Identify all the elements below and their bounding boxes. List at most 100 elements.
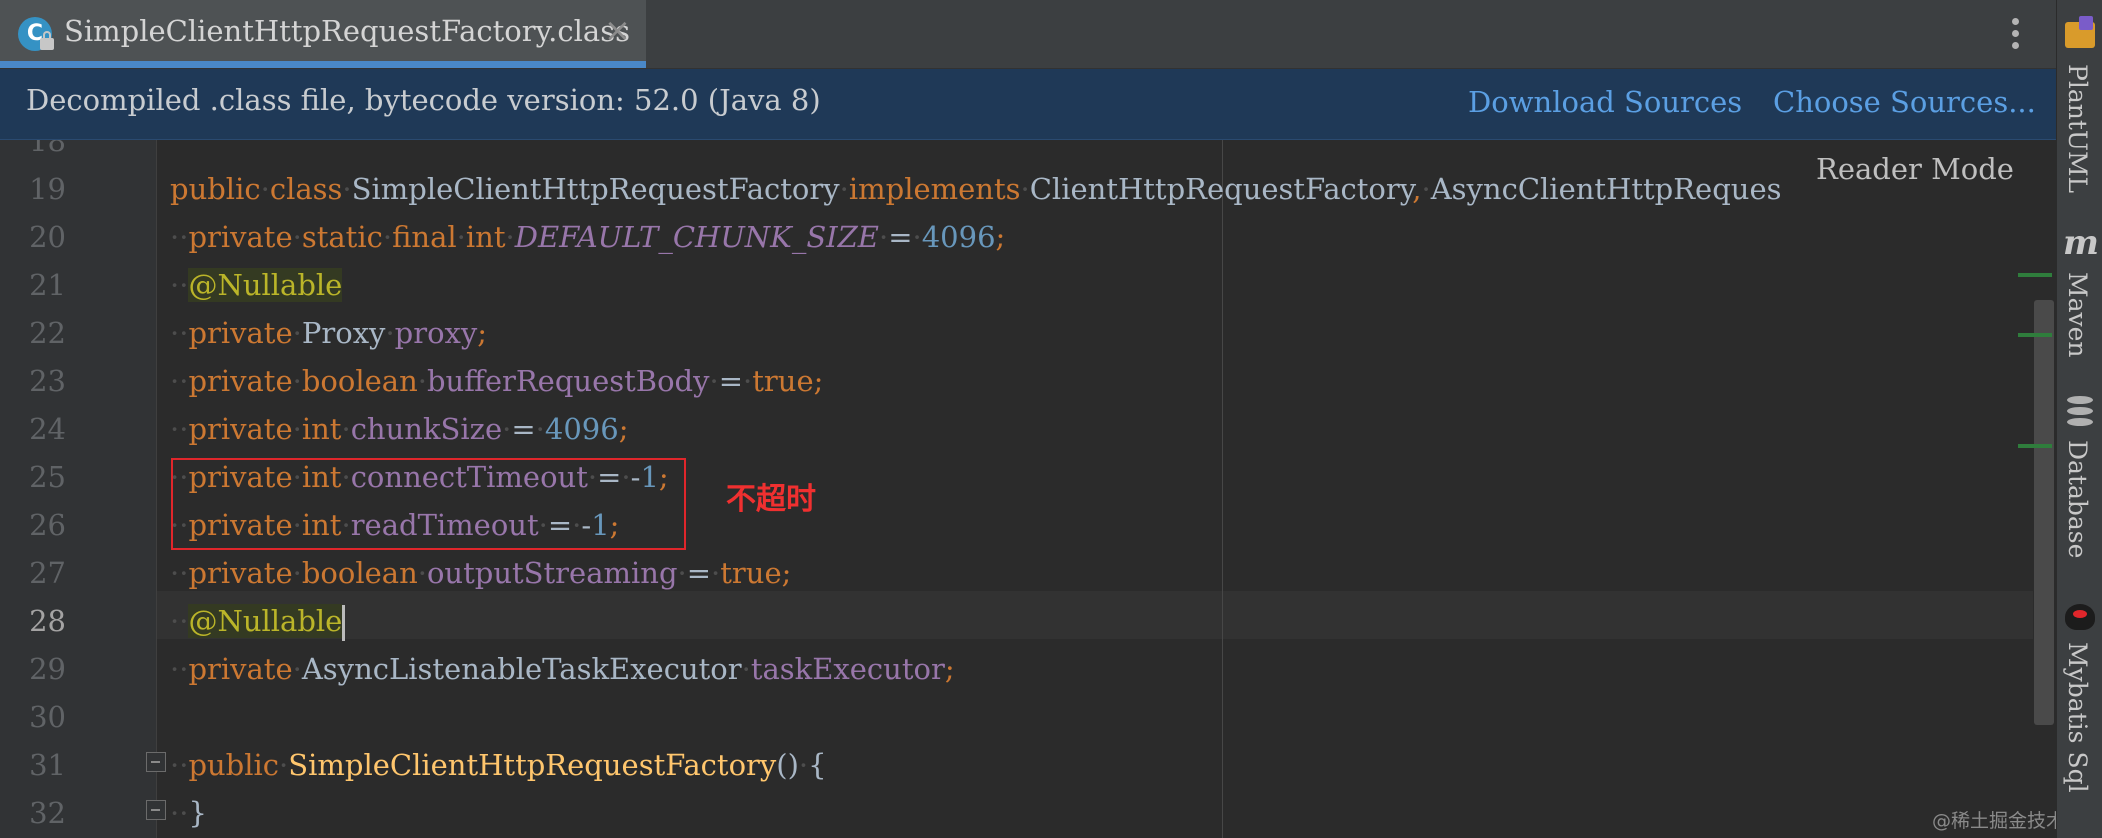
fold-icon[interactable] (146, 752, 166, 772)
code-token: private (188, 364, 293, 398)
code-line[interactable]: ··@Nullable (170, 597, 346, 645)
code-token: · (502, 412, 512, 446)
code-token: private (188, 412, 293, 446)
vertical-scrollbar-thumb[interactable] (2034, 300, 2054, 725)
code-line[interactable]: ··private·static·final·int·DEFAULT_CHUNK… (170, 213, 1005, 261)
editor-tab-simpleclienthttprequestfactory[interactable]: C SimpleClientHttpRequestFactory.class × (0, 0, 646, 68)
code-token: · (741, 652, 751, 686)
code-token: { (808, 748, 827, 782)
code-token: int (465, 220, 506, 254)
lock-icon (40, 31, 54, 50)
change-marker[interactable] (2018, 444, 2052, 448)
code-token: ·· (170, 796, 189, 830)
line-number: 30 (29, 700, 66, 734)
watermark: @稀土掘金技术社区 (1932, 810, 2056, 832)
code-token: true (752, 364, 814, 398)
code-line[interactable]: ··private·int·chunkSize·=·4096; (170, 405, 628, 453)
code-token: · (279, 748, 289, 782)
fold-icon[interactable] (146, 800, 166, 820)
code-line[interactable]: ··public·SimpleClientHttpRequestFactory(… (170, 741, 827, 789)
code-token: ; (944, 652, 955, 686)
decompiled-notice-banner: Decompiled .class file, bytecode version… (0, 69, 2056, 140)
code-token: private (188, 220, 293, 254)
code-token: bufferRequestBody (426, 364, 710, 398)
code-line[interactable]: ··@Nullable (170, 261, 343, 309)
current-line-highlight (157, 591, 2033, 639)
code-editor[interactable]: 18 19 20 21 22 23 24 25 26 27 28 29 30 31 32 public·cl… (0, 140, 2056, 838)
code-line[interactable]: ··private·boolean·outputStreaming·=·true… (170, 549, 791, 597)
code-line[interactable]: public·class·SimpleClientHttpRequestFact… (170, 165, 1782, 213)
code-token: · (260, 172, 270, 206)
code-token: AsyncClientHttpReques (1430, 172, 1782, 206)
code-token: · (839, 172, 849, 206)
code-token: ·· (170, 364, 189, 398)
line-number: 25 (29, 460, 66, 494)
editor-tab-bar: C SimpleClientHttpRequestFactory.class × (0, 0, 2056, 69)
download-sources-link[interactable]: Download Sources (1468, 85, 1742, 119)
code-token: · (341, 412, 351, 446)
code-token: · (292, 556, 302, 590)
mybatis-sql-tool-label: Mybatis Sql (2063, 642, 2092, 793)
plantuml-tool-label: PlantUML (2063, 64, 2092, 194)
line-number-gutter: 18 19 20 21 22 23 24 25 26 27 28 29 30 31 32 (0, 140, 157, 838)
line-number: 31 (29, 748, 66, 782)
right-margin-guide (1222, 140, 1223, 838)
close-icon[interactable]: × (604, 12, 631, 48)
mybatis-bird-icon[interactable] (2065, 604, 2095, 630)
code-token: boolean (301, 556, 418, 590)
code-token: · (743, 364, 753, 398)
database-icon[interactable] (2067, 396, 2093, 428)
code-token: 4096 (921, 220, 996, 254)
line-number: 19 (29, 172, 66, 206)
code-token: ·· (170, 748, 189, 782)
code-token: ·· (170, 268, 189, 302)
change-marker[interactable] (2018, 273, 2052, 277)
code-token: · (456, 220, 466, 254)
choose-sources-link[interactable]: Choose Sources... (1773, 85, 2036, 119)
line-number: 29 (29, 652, 66, 686)
line-number: 22 (29, 316, 66, 350)
code-token: @Nullable (188, 268, 343, 302)
code-token: class (269, 172, 343, 206)
code-token: public (170, 172, 261, 206)
code-token: public (188, 748, 280, 782)
code-token: · (798, 748, 809, 782)
code-token: proxy (394, 316, 478, 350)
code-line[interactable]: ··} (170, 789, 207, 837)
line-number: 24 (29, 412, 66, 446)
tab-title: SimpleClientHttpRequestFactory.class (64, 14, 630, 48)
reader-mode-button[interactable]: Reader Mode (1816, 152, 2014, 186)
code-token: = (686, 556, 712, 590)
code-line[interactable]: ··private·Proxy·proxy; (170, 309, 487, 357)
line-number: 27 (29, 556, 66, 590)
line-number: 23 (29, 364, 66, 398)
plantuml-icon[interactable] (2065, 16, 2095, 48)
code-token: · (382, 220, 393, 254)
more-vertical-icon[interactable] (2010, 18, 2020, 52)
active-tab-underline (0, 61, 646, 68)
code-token: · (292, 220, 302, 254)
line-number: 21 (29, 268, 66, 302)
code-token: DEFAULT_CHUNK_SIZE (514, 220, 879, 254)
code-token: @Nullable (188, 604, 343, 638)
code-token: ; (781, 556, 792, 590)
code-token: ·· (170, 652, 189, 686)
change-marker[interactable] (2018, 333, 2052, 337)
maven-icon[interactable]: m (2063, 226, 2099, 260)
text-caret (342, 605, 346, 641)
code-line[interactable]: ··private·AsyncListenableTaskExecutor·ta… (170, 645, 955, 693)
code-token: true (720, 556, 782, 590)
code-token: · (912, 220, 922, 254)
code-line[interactable]: ··private·boolean·bufferRequestBody·=·tr… (170, 357, 823, 405)
code-token: private (188, 556, 293, 590)
code-token: int (301, 412, 342, 446)
line-number: 18 (29, 140, 66, 158)
code-token: private (188, 316, 293, 350)
line-number: 20 (29, 220, 66, 254)
code-token: · (1020, 172, 1030, 206)
maven-tool-label: Maven (2063, 272, 2092, 358)
code-token: ; (618, 412, 629, 446)
code-token: private (188, 652, 293, 686)
code-token: ·· (170, 556, 189, 590)
code-token: = (511, 412, 536, 446)
